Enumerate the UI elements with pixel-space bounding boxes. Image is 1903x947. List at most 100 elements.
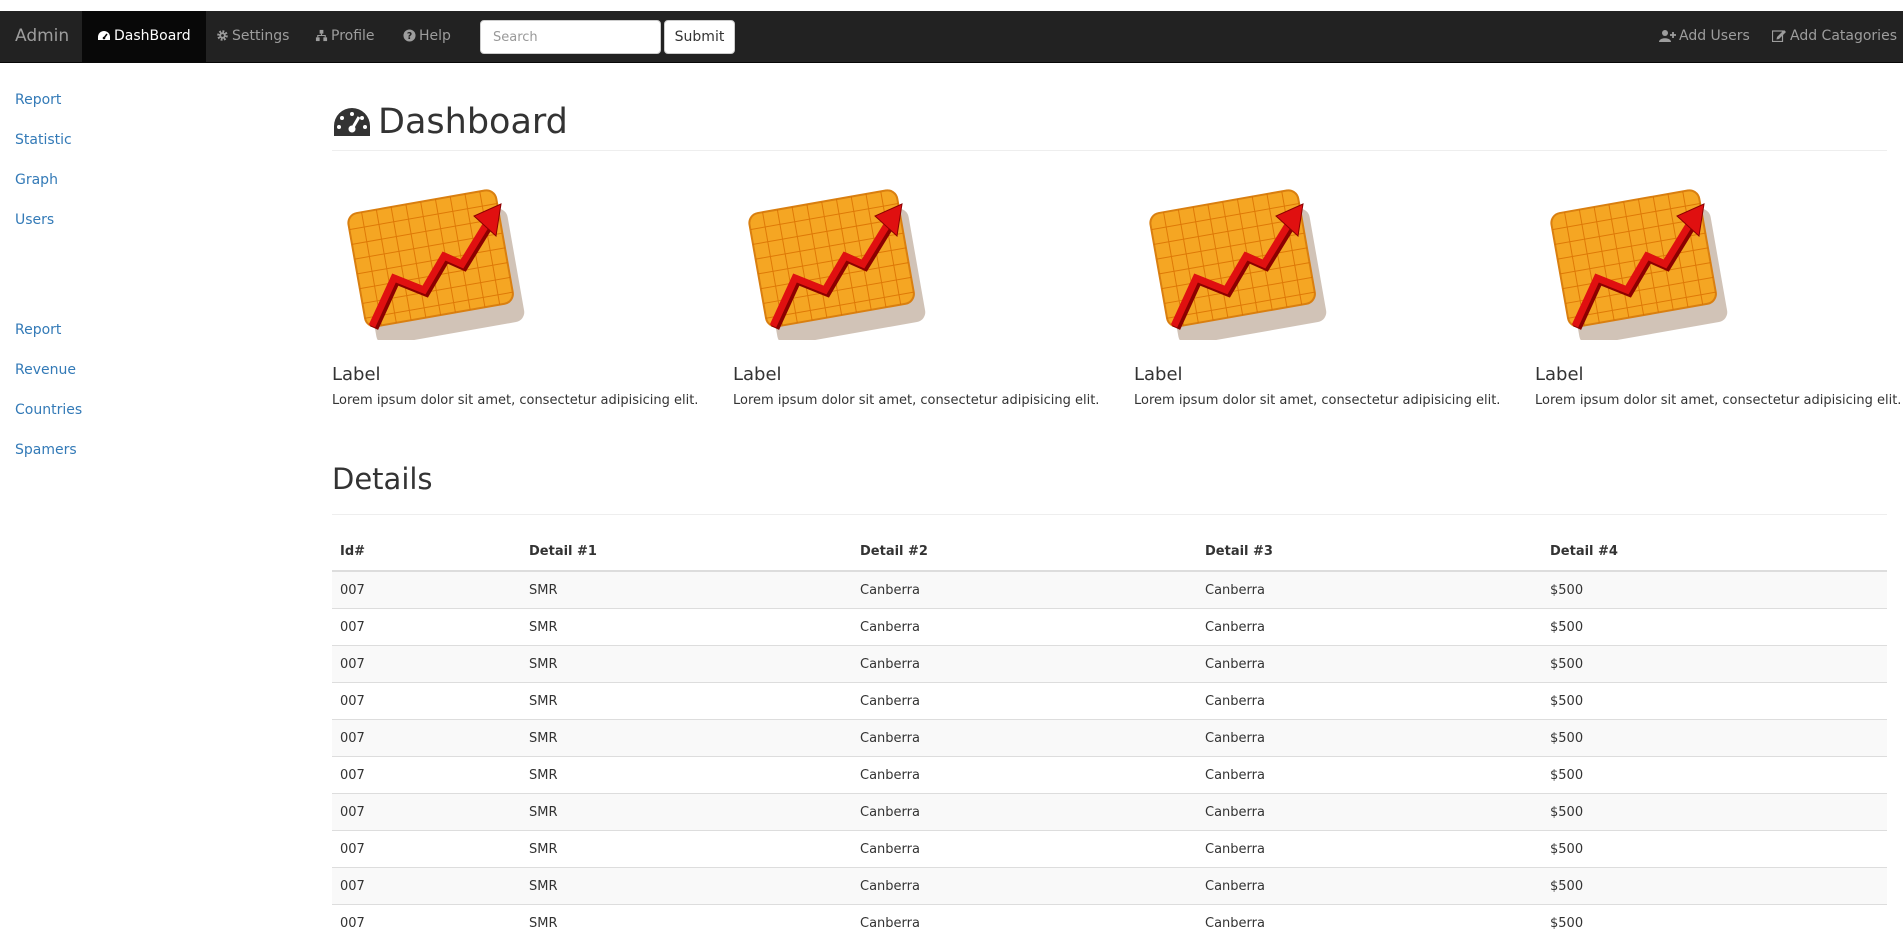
table-cell: Canberra (1197, 756, 1542, 794)
table-cell: 007 (332, 719, 521, 757)
table-cell: 007 (332, 608, 521, 646)
sitemap-icon (315, 29, 328, 42)
table-cell: Canberra (1197, 904, 1542, 941)
dashboard-icon (334, 108, 370, 136)
card-label: Label (1535, 364, 1584, 385)
table-row: 007 SMR Canberra Canberra $500 (332, 645, 1887, 683)
sidebar-item-spamers[interactable]: Spamers (15, 442, 77, 458)
brand-link[interactable]: Admin (15, 11, 69, 62)
nav-item-label: Add Users (1679, 28, 1750, 44)
table-cell: 007 (332, 570, 521, 609)
column-header: Detail #4 (1542, 533, 1887, 572)
table-cell: SMR (521, 570, 852, 609)
table-cell: Canberra (1197, 570, 1542, 609)
table-cell: $500 (1542, 570, 1887, 609)
sidebar-item-revenue[interactable]: Revenue (15, 362, 76, 378)
table-cell: Canberra (852, 756, 1197, 794)
nav-item-settings[interactable]: Settings (201, 11, 304, 62)
table-cell: Canberra (852, 608, 1197, 646)
table-cell: 007 (332, 682, 521, 720)
sidebar-item-users[interactable]: Users (15, 212, 54, 228)
table-cell: Canberra (1197, 719, 1542, 757)
table-cell: $500 (1542, 645, 1887, 683)
nav-item-add-categories[interactable]: Add Catagories (1757, 11, 1903, 62)
table-cell: Canberra (1197, 645, 1542, 683)
column-header: Detail #1 (521, 533, 852, 572)
sidebar-item-countries[interactable]: Countries (15, 402, 82, 418)
nav-item-dashboard[interactable]: DashBoard (82, 11, 206, 62)
table-cell: $500 (1542, 608, 1887, 646)
table-cell: SMR (521, 830, 852, 868)
table-row: 007 SMR Canberra Canberra $500 (332, 830, 1887, 868)
table-header-row: Id# Detail #1 Detail #2 Detail #3 Detail… (332, 533, 1887, 572)
sidebar-item-graph[interactable]: Graph (15, 172, 58, 188)
nav-item-label: DashBoard (114, 28, 191, 44)
table-cell: Canberra (852, 867, 1197, 905)
top-strip (0, 0, 1903, 11)
nav-item-profile[interactable]: Profile (300, 11, 390, 62)
table-cell: SMR (521, 682, 852, 720)
chart-growth-image[interactable] (346, 180, 528, 340)
search-input[interactable] (480, 20, 661, 54)
table-cell: $500 (1542, 719, 1887, 757)
chart-growth-image[interactable] (747, 180, 929, 340)
table-row: 007 SMR Canberra Canberra $500 (332, 904, 1887, 941)
table-cell: 007 (332, 867, 521, 905)
table-cell: $500 (1542, 867, 1887, 905)
table-cell: SMR (521, 645, 852, 683)
table-cell: 007 (332, 793, 521, 831)
table-row: 007 SMR Canberra Canberra $500 (332, 793, 1887, 831)
card-label: Label (733, 364, 782, 385)
table-cell: Canberra (852, 830, 1197, 868)
details-table: Id# Detail #1 Detail #2 Detail #3 Detail… (332, 533, 1887, 941)
table-row: 007 SMR Canberra Canberra $500 (332, 719, 1887, 757)
column-header: Detail #3 (1197, 533, 1542, 572)
table-cell: Canberra (1197, 682, 1542, 720)
user-plus-icon (1659, 30, 1676, 42)
table-cell: Canberra (852, 793, 1197, 831)
dashboard-icon (98, 31, 110, 40)
nav-item-label: Settings (232, 28, 290, 44)
sidebar-item-report-2[interactable]: Report (15, 322, 61, 338)
table-cell: $500 (1542, 682, 1887, 720)
table-cell: SMR (521, 756, 852, 794)
table-row: 007 SMR Canberra Canberra $500 (332, 756, 1887, 794)
table-cell: SMR (521, 867, 852, 905)
table-cell: Canberra (852, 904, 1197, 941)
table-cell: $500 (1542, 793, 1887, 831)
card-label: Label (1134, 364, 1183, 385)
nav-item-label: Add Catagories (1790, 28, 1897, 44)
chart-growth-image[interactable] (1549, 180, 1731, 340)
table-body: 007 SMR Canberra Canberra $500 007 SMR Canberra… (332, 570, 1887, 941)
table-cell: 007 (332, 756, 521, 794)
submit-button[interactable]: Submit (664, 20, 735, 54)
table-cell: Canberra (852, 719, 1197, 757)
table-cell: $500 (1542, 830, 1887, 868)
column-header: Detail #2 (852, 533, 1197, 572)
svg-text:?: ? (407, 31, 412, 42)
table-cell: SMR (521, 793, 852, 831)
nav-item-add-users[interactable]: Add Users (1644, 11, 1765, 62)
table-cell: SMR (521, 608, 852, 646)
table-cell: 007 (332, 645, 521, 683)
table-cell: Canberra (1197, 793, 1542, 831)
table-row: 007 SMR Canberra Canberra $500 (332, 608, 1887, 646)
nav-item-help[interactable]: ? Help (388, 11, 466, 62)
table-cell: Canberra (852, 645, 1197, 683)
table-cell: SMR (521, 719, 852, 757)
gear-icon (217, 30, 228, 41)
card-text: Lorem ipsum dolor sit amet, consectetur … (733, 393, 1100, 408)
details-header: Details (332, 459, 1887, 515)
chart-growth-image[interactable] (1148, 180, 1330, 340)
question-circle-icon: ? (403, 29, 416, 42)
table-cell: Canberra (1197, 608, 1542, 646)
card-text: Lorem ipsum dolor sit amet, consectetur … (1535, 393, 1902, 408)
nav-item-label: Help (419, 28, 451, 44)
sidebar-item-report[interactable]: Report (15, 92, 61, 108)
card-text: Lorem ipsum dolor sit amet, consectetur … (1134, 393, 1501, 408)
table-cell: Canberra (852, 570, 1197, 609)
sidebar-item-statistic[interactable]: Statistic (15, 132, 72, 148)
details-title: Details (332, 462, 433, 496)
page-header: Dashboard (332, 102, 1887, 151)
card-text: Lorem ipsum dolor sit amet, consectetur … (332, 393, 699, 408)
